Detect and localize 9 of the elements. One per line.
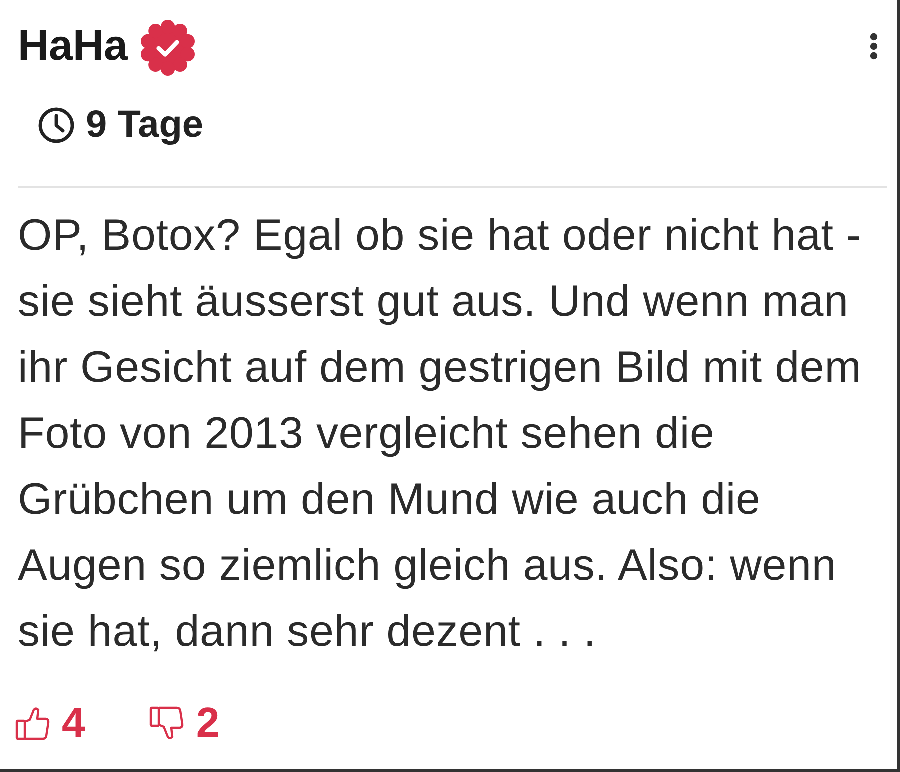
comment-text: OP, Botox? Egal ob sie hat oder nicht hat - sie sieht äusserst gut aus. Und wenn man ihr Gesicht auf dem gestrigen Bild mit dem Foto von 2013 vergleicht sehen die Grübchen um den Mund wie auch die Augen so ziemlich gleich aus. Also: wenn sie hat, dann sehr dezent . . . [18, 210, 863, 658]
kebab-menu-icon [870, 32, 878, 60]
post-time: 9 Tage [86, 106, 204, 144]
dislike-button[interactable]: 2 [149, 702, 220, 744]
like-button[interactable]: 4 [15, 702, 86, 744]
author-name: HaHa [18, 24, 128, 68]
thumbs-down-icon [149, 706, 186, 740]
clock-icon [38, 106, 75, 144]
thumbs-up-icon [15, 706, 51, 740]
